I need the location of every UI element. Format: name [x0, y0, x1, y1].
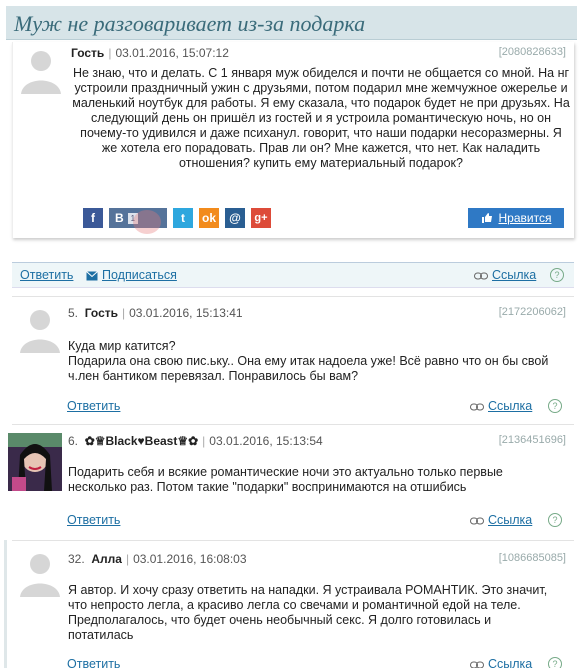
comment-id: [2172206062]	[498, 306, 566, 318]
facebook-share-icon[interactable]: f	[83, 208, 103, 228]
permalink-label: Ссылка	[488, 657, 533, 668]
thumbs-up-icon	[481, 213, 492, 223]
subscribe-label: Подписаться	[102, 268, 177, 282]
user-silhouette-icon	[20, 310, 60, 353]
permalink[interactable]: Ссылка	[470, 513, 532, 527]
comment-id: [1086685085]	[498, 552, 566, 564]
mail-share-icon[interactable]: @	[225, 208, 245, 228]
comment-number: 6.	[68, 434, 79, 448]
page-title: Муж не разговаривает из-за подарка	[14, 11, 366, 36]
help-icon[interactable]: ?	[548, 657, 562, 668]
comment-date: 03.01.2016, 15:13:54	[209, 434, 323, 448]
comment-number: 32.	[68, 552, 85, 566]
original-post: Гость | 03.01.2016, 15:07:12 [2080828633] …	[12, 42, 574, 238]
post-text: Не знаю, что и делать. С 1 января муж об…	[72, 66, 570, 170]
user-silhouette-icon	[21, 51, 61, 94]
like-label: Нравится	[498, 211, 552, 225]
permalink[interactable]: Ссылка	[470, 399, 532, 413]
permalink[interactable]: Ссылка	[470, 657, 532, 668]
chain-link-icon	[470, 403, 484, 411]
comment-date: 03.01.2016, 16:08:03	[133, 552, 247, 566]
reply-link[interactable]: Ответить	[67, 399, 120, 413]
reply-link[interactable]: Ответить	[20, 268, 73, 282]
comment-meta: 32. Алла | 03.01.2016, 16:08:03	[68, 552, 247, 566]
chain-link-icon	[470, 517, 484, 525]
like-button[interactable]: Нравится	[468, 208, 564, 228]
vk-icon: В	[115, 211, 124, 225]
comment-author: Гость	[84, 306, 118, 320]
permalink-label: Ссылка	[492, 268, 537, 282]
user-silhouette-icon	[20, 554, 60, 597]
permalink-label: Ссылка	[488, 399, 533, 413]
help-icon[interactable]: ?	[548, 513, 562, 527]
comment-meta: 6. ✿♕Black♥Beast♕✿ | 03.01.2016, 15:13:54	[68, 434, 323, 448]
page-title-bar: Муж не разговаривает из-за подарка	[6, 6, 577, 40]
comment-meta: 5. Гость | 03.01.2016, 15:13:41	[68, 306, 243, 320]
google-plus-share-icon[interactable]: g+	[251, 208, 271, 228]
comment-text: Куда мир катится? Подарила она свою пис.…	[68, 339, 549, 383]
twitter-share-icon[interactable]: t	[173, 208, 193, 228]
comment-item: 6. ✿♕Black♥Beast♕✿ | 03.01.2016, 15:13:54 …	[8, 424, 574, 536]
user-photo-avatar	[8, 433, 62, 491]
comment-author: Алла	[91, 552, 122, 566]
thread-indicator	[4, 540, 7, 668]
post-id: [2080828633]	[498, 46, 566, 58]
comment-text: Я автор. И хочу сразу ответить на нападк…	[68, 583, 548, 642]
help-icon[interactable]: ?	[550, 268, 564, 282]
highlight-circle	[133, 210, 161, 234]
comment-item: 5. Гость | 03.01.2016, 15:13:41 [217220606…	[12, 296, 574, 420]
post-author: Гость	[71, 46, 105, 60]
chain-link-icon	[474, 272, 488, 280]
permalink-label: Ссылка	[488, 513, 533, 527]
comment-id: [2136451696]	[498, 434, 566, 446]
odnoklassniki-share-icon[interactable]: ok	[199, 208, 219, 228]
post-date: 03.01.2016, 15:07:12	[115, 46, 229, 60]
avatar	[8, 433, 62, 491]
comment-date: 03.01.2016, 15:13:41	[129, 306, 243, 320]
avatar	[18, 305, 62, 353]
social-share-bar: f В 1 t ok @ g+	[83, 208, 271, 228]
reply-link[interactable]: Ответить	[67, 513, 120, 527]
post-action-bar: Ответить Подписаться Ссылка ?	[12, 262, 574, 288]
comment-item: 32. Алла | 03.01.2016, 16:08:03 [108668508…	[12, 540, 574, 668]
comment-text: Подарить себя и всякие романтические ноч…	[68, 465, 503, 494]
comment-number: 5.	[68, 306, 79, 320]
avatar	[18, 549, 62, 597]
reply-link[interactable]: Ответить	[67, 657, 120, 668]
chain-link-icon	[470, 661, 484, 668]
comment-author: ✿♕Black♥Beast♕✿	[84, 434, 199, 448]
envelope-icon	[86, 270, 98, 281]
post-meta: Гость | 03.01.2016, 15:07:12	[71, 46, 229, 60]
help-icon[interactable]: ?	[548, 399, 562, 413]
subscribe-link[interactable]: Подписаться	[86, 268, 177, 282]
avatar	[19, 46, 63, 94]
permalink[interactable]: Ссылка	[474, 268, 536, 282]
